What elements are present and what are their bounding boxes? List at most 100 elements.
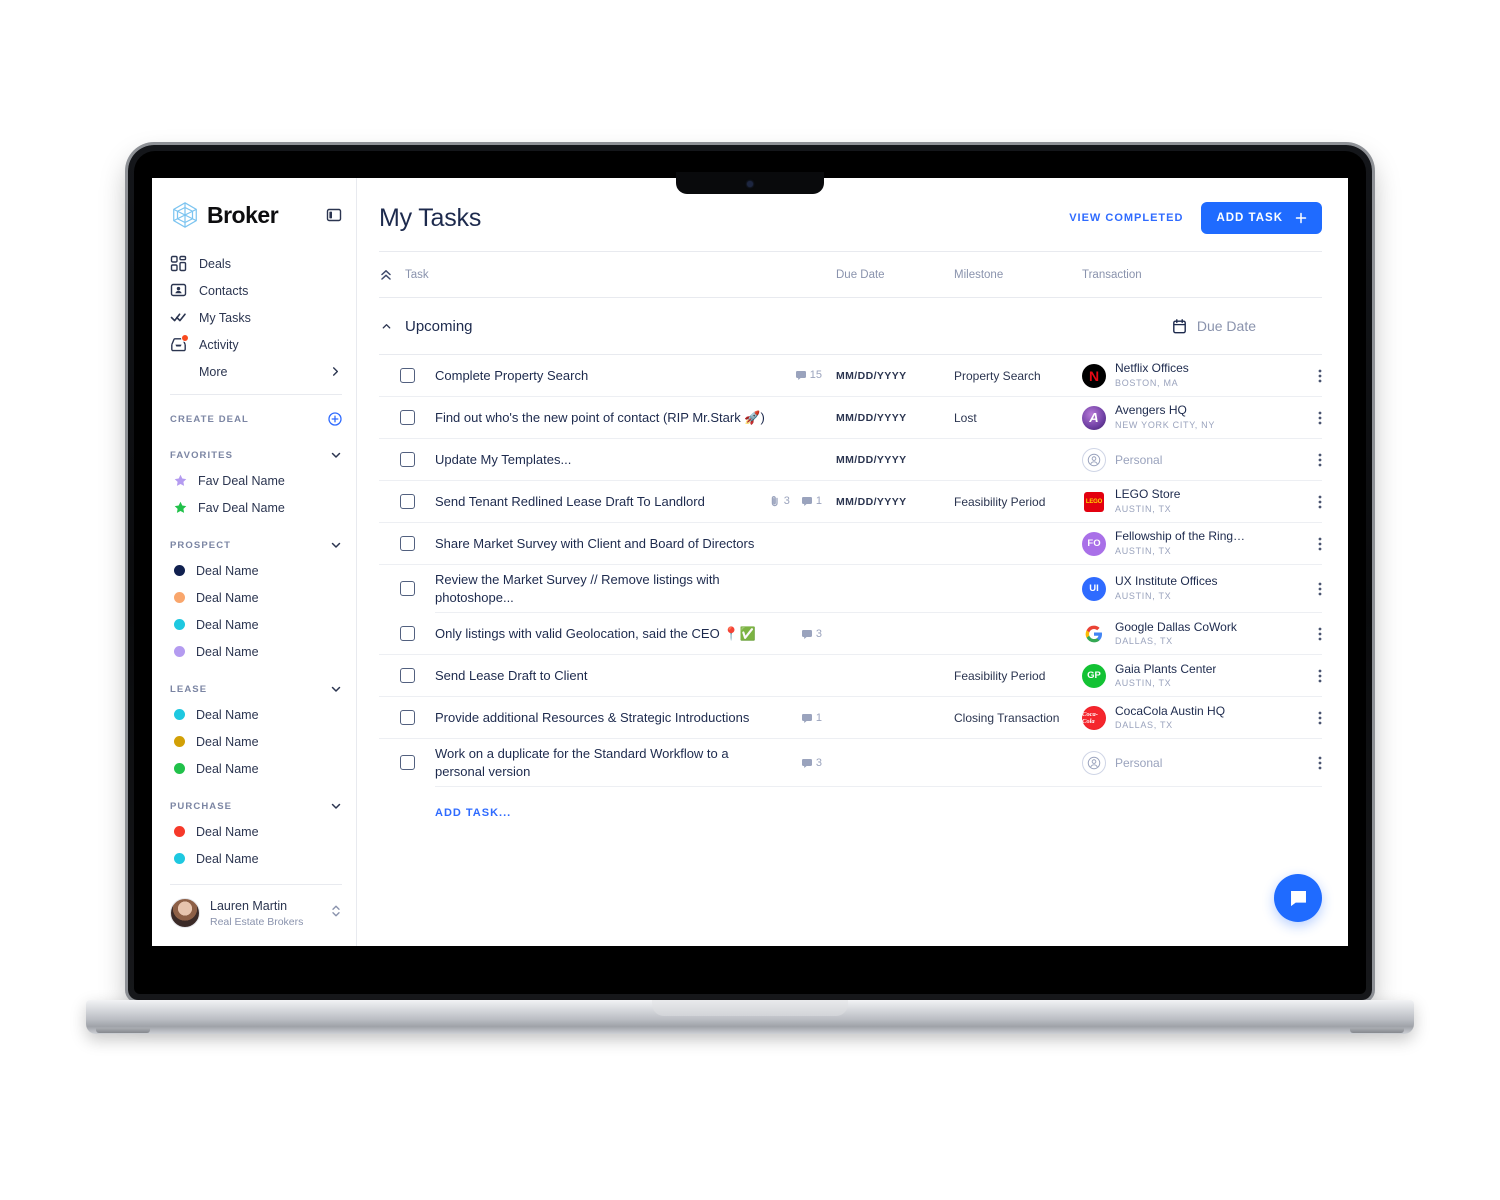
task-title[interactable]: Update My Templates...	[435, 451, 571, 469]
sidebar-section-create-deal[interactable]: CREATE DEAL	[152, 407, 356, 431]
table-row[interactable]: Provide additional Resources & Strategic…	[379, 697, 1322, 738]
task-title[interactable]: Find out who's the new point of contact …	[435, 409, 765, 427]
laptop-foot-left	[96, 1028, 150, 1033]
task-group-header[interactable]: Upcoming Due Date	[379, 298, 1322, 354]
table-row[interactable]: Find out who's the new point of contact …	[379, 397, 1322, 438]
add-task-inline-button[interactable]: ADD TASK...	[379, 787, 1322, 821]
user-profile-switcher[interactable]: Lauren Martin Real Estate Brokers	[152, 885, 356, 946]
chevron-down-icon[interactable]	[330, 683, 342, 695]
task-checkbox[interactable]	[379, 668, 435, 684]
sidebar-section-purchase[interactable]: PURCHASE	[152, 794, 356, 818]
column-header-task[interactable]: Task	[405, 269, 836, 281]
task-transaction[interactable]: UI UX Institute Offices AUSTIN, TX	[1082, 574, 1292, 602]
sidebar-item-more[interactable]: More	[170, 358, 342, 385]
task-title[interactable]: Only listings with valid Geolocation, sa…	[435, 625, 756, 643]
task-checkbox[interactable]	[379, 452, 435, 467]
row-more-menu[interactable]	[1292, 536, 1322, 552]
transaction-name: Avengers HQ	[1115, 403, 1187, 418]
sidebar-deal-item[interactable]: Deal Name	[152, 818, 356, 845]
initials-avatar-icon: FO	[1082, 531, 1106, 556]
task-title[interactable]: Send Tenant Redlined Lease Draft To Land…	[435, 493, 705, 511]
row-more-menu[interactable]	[1292, 494, 1322, 510]
row-more-menu[interactable]	[1292, 626, 1322, 642]
task-title[interactable]: Share Market Survey with Client and Boar…	[435, 535, 754, 553]
brand-row[interactable]: Broker	[152, 178, 356, 230]
table-row[interactable]: Send Tenant Redlined Lease Draft To Land…	[379, 481, 1322, 522]
task-checkbox[interactable]	[379, 755, 435, 771]
sidebar-deal-item[interactable]: Deal Name	[152, 611, 356, 638]
task-title[interactable]: Complete Property Search	[435, 367, 588, 385]
chevron-up-icon[interactable]	[379, 321, 393, 332]
sidebar-section-favorites[interactable]: FAVORITES	[152, 443, 356, 467]
row-more-menu[interactable]	[1292, 452, 1322, 468]
sidebar-deal-item[interactable]: Deal Name	[152, 845, 356, 872]
task-title[interactable]: Work on a duplicate for the Standard Wor…	[435, 745, 735, 780]
sidebar-deal-item[interactable]: Deal Name	[152, 701, 356, 728]
task-checkbox[interactable]	[379, 410, 435, 425]
task-checkbox[interactable]	[379, 626, 435, 642]
sidebar-deal-item[interactable]: Deal Name	[152, 638, 356, 665]
row-more-menu[interactable]	[1292, 410, 1322, 426]
task-transaction[interactable]: Coca-Cola CocaCola Austin HQ DALLAS, TX	[1082, 704, 1292, 732]
task-transaction[interactable]: A Avengers HQ NEW YORK CITY, NY	[1082, 403, 1292, 431]
sidebar-deal-item[interactable]: Deal Name	[152, 584, 356, 611]
comment-icon	[801, 628, 813, 640]
task-main: Update My Templates...	[435, 451, 836, 469]
task-transaction[interactable]: Google Dallas CoWork DALLAS, TX	[1082, 620, 1292, 648]
column-header-due-date[interactable]: Due Date	[836, 269, 954, 281]
task-transaction[interactable]: Personal	[1082, 447, 1292, 472]
chevron-up-down-icon[interactable]	[330, 903, 342, 924]
task-checkbox[interactable]	[379, 581, 435, 597]
table-row[interactable]: Send Lease Draft to Client Feasibility P…	[379, 655, 1322, 696]
sidebar-deal-item[interactable]: Deal Name	[152, 557, 356, 584]
table-row[interactable]: Complete Property Search 15 MM/DD/YYYY P…	[379, 355, 1322, 396]
add-task-button[interactable]: ADD TASK	[1201, 202, 1322, 234]
avengers-logo-icon: A	[1082, 405, 1106, 430]
sidebar-section-prospect[interactable]: PROSPECT	[152, 533, 356, 557]
sidebar-item-my-tasks[interactable]: My Tasks	[170, 304, 342, 331]
row-more-menu[interactable]	[1292, 368, 1322, 384]
google-logo-icon	[1082, 621, 1106, 646]
row-more-menu[interactable]	[1292, 710, 1322, 726]
task-transaction[interactable]: GP Gaia Plants Center AUSTIN, TX	[1082, 662, 1292, 690]
task-checkbox[interactable]	[379, 536, 435, 551]
task-checkbox[interactable]	[379, 494, 435, 509]
transaction-name: Personal	[1115, 755, 1163, 770]
row-more-menu[interactable]	[1292, 755, 1322, 771]
sidebar-section-lease[interactable]: LEASE	[152, 677, 356, 701]
row-more-menu[interactable]	[1292, 668, 1322, 684]
sidebar-item-contacts[interactable]: Contacts	[170, 277, 342, 304]
chevron-down-icon[interactable]	[330, 449, 342, 461]
task-title[interactable]: Provide additional Resources & Strategic…	[435, 709, 749, 727]
sidebar-collapse-icon[interactable]	[326, 207, 342, 223]
sidebar-item-deals[interactable]: Deals	[170, 250, 342, 277]
sidebar-fav-deal[interactable]: Fav Deal Name	[152, 467, 356, 494]
task-transaction[interactable]: FO Fellowship of the Ring… AUSTIN, TX	[1082, 529, 1292, 557]
task-title[interactable]: Review the Market Survey // Remove listi…	[435, 571, 735, 606]
task-checkbox[interactable]	[379, 710, 435, 726]
table-row[interactable]: Share Market Survey with Client and Boar…	[379, 523, 1322, 564]
plus-circle-icon[interactable]	[328, 412, 342, 426]
task-checkbox[interactable]	[379, 368, 435, 383]
view-completed-button[interactable]: VIEW COMPLETED	[1069, 212, 1183, 224]
task-transaction[interactable]: LEGO LEGO Store AUSTIN, TX	[1082, 487, 1292, 515]
chevron-down-icon[interactable]	[330, 800, 342, 812]
sidebar-fav-deal[interactable]: Fav Deal Name	[152, 494, 356, 521]
column-header-milestone[interactable]: Milestone	[954, 269, 1082, 281]
chat-bubble-button[interactable]	[1274, 874, 1322, 922]
task-transaction[interactable]: N Netflix Offices BOSTON, MA	[1082, 361, 1292, 389]
table-row[interactable]: Only listings with valid Geolocation, sa…	[379, 613, 1322, 654]
column-header-transaction[interactable]: Transaction	[1082, 269, 1292, 281]
task-transaction[interactable]: Personal	[1082, 750, 1292, 775]
row-more-menu[interactable]	[1292, 581, 1322, 597]
chevron-down-icon[interactable]	[330, 539, 342, 551]
task-title[interactable]: Send Lease Draft to Client	[435, 667, 587, 685]
sort-ascending-icon[interactable]	[379, 268, 393, 282]
table-row[interactable]: Work on a duplicate for the Standard Wor…	[379, 739, 1322, 786]
table-row[interactable]: Review the Market Survey // Remove listi…	[379, 565, 1322, 612]
sidebar-deal-item[interactable]: Deal Name	[152, 755, 356, 782]
table-row[interactable]: Update My Templates... MM/DD/YYYY Person…	[379, 439, 1322, 480]
group-sort-control[interactable]: Due Date	[1171, 318, 1322, 335]
sidebar-deal-item[interactable]: Deal Name	[152, 728, 356, 755]
sidebar-item-activity[interactable]: Activity	[170, 331, 342, 358]
